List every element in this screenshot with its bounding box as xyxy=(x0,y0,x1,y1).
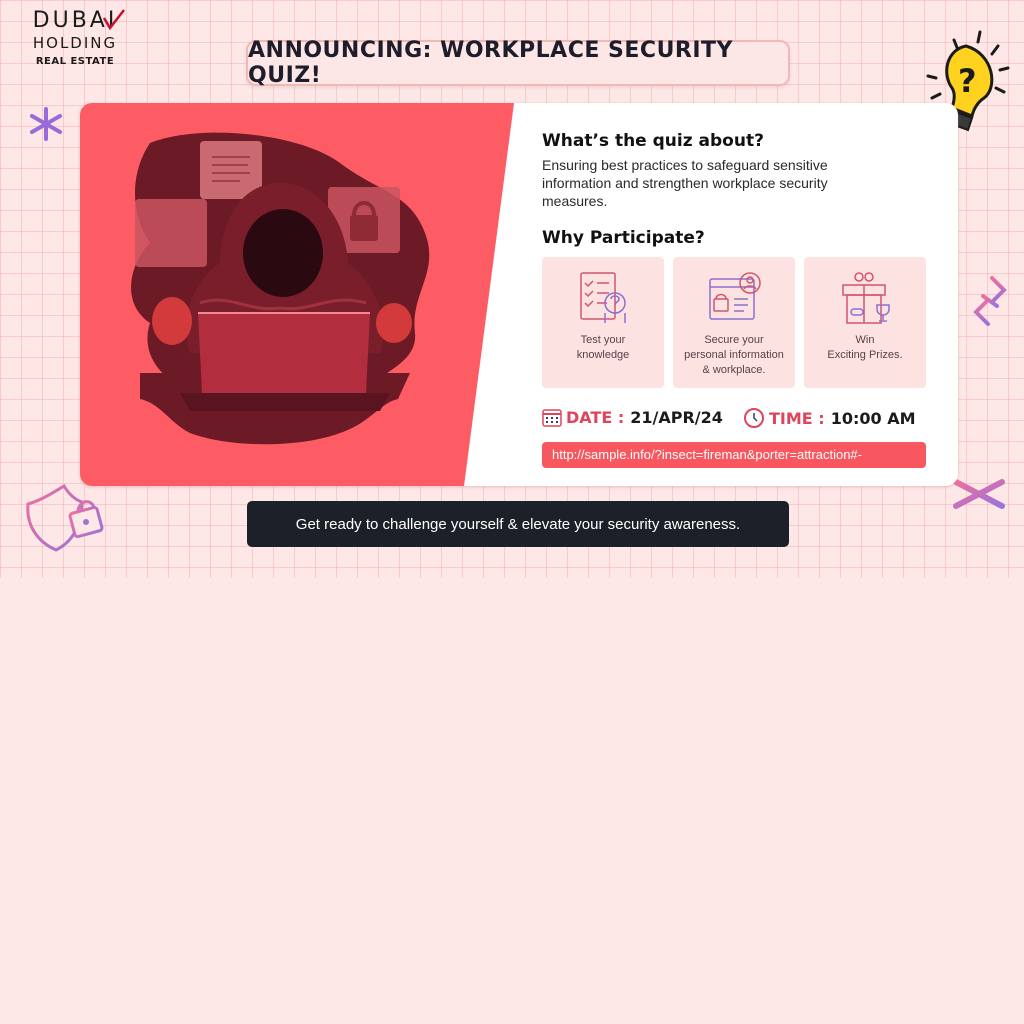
secure-profile-icon xyxy=(709,272,761,320)
benefit-1-line-1: Test your xyxy=(580,334,626,346)
benefit-3-line-2: Exciting Prizes. xyxy=(827,349,903,361)
prize-gift-icon xyxy=(842,272,890,324)
benefit-card-prizes: Win Exciting Prizes. xyxy=(804,257,926,388)
clock-icon xyxy=(744,408,764,428)
benefit-3-line-1: Win xyxy=(855,334,875,346)
about-line-3: measures. xyxy=(542,193,608,209)
quiz-link[interactable]: http://sample.info/?insect=fireman&porte… xyxy=(542,442,926,468)
quiz-checklist-icon xyxy=(580,272,626,323)
date-row: DATE : 21/APR/24 xyxy=(542,407,723,427)
logo-checkmark-icon xyxy=(102,9,125,30)
calendar-icon xyxy=(542,409,562,427)
time-row: TIME : 10:00 AM xyxy=(743,407,916,429)
shield-lock-icon xyxy=(26,483,104,552)
date-label: DATE : xyxy=(566,407,625,427)
logo-line-3: REAL ESTATE xyxy=(35,56,115,67)
time-label: TIME : xyxy=(769,408,825,428)
link-chain-icon xyxy=(973,276,1007,326)
benefit-1-line-2: knowledge xyxy=(576,349,630,361)
benefit-2-line-3: & workplace. xyxy=(702,364,766,376)
quiz-info-card: What’s the quiz about? Ensuring best pra… xyxy=(80,103,958,486)
hacker-illustration xyxy=(80,103,514,486)
company-logo: DUBAI HOLDING REAL ESTATE xyxy=(20,8,130,67)
footer-banner: Get ready to challenge yourself & elevat… xyxy=(247,501,789,547)
about-line-1: Ensuring best practices to safeguard sen… xyxy=(542,157,828,173)
participate-heading: Why Participate? xyxy=(542,228,705,248)
logo-line-2: HOLDING xyxy=(32,34,118,52)
svg-text:?: ? xyxy=(958,62,977,100)
date-value: 21/APR/24 xyxy=(630,407,723,427)
about-description: Ensuring best practices to safeguard sen… xyxy=(542,156,902,210)
benefit-2-line-2: personal information xyxy=(684,349,784,361)
sparkle-icon xyxy=(30,107,62,141)
benefit-card-knowledge: Test your knowledge xyxy=(542,257,664,388)
about-line-2: information and strengthen workplace sec… xyxy=(542,175,828,191)
sparkle-icon-right xyxy=(953,469,1005,519)
benefit-card-secure: Secure your personal information & workp… xyxy=(673,257,795,388)
time-value: 10:00 AM xyxy=(830,408,916,428)
announcement-title: ANNOUNCING: WORKPLACE SECURITY QUIZ! xyxy=(246,38,790,88)
about-heading: What’s the quiz about? xyxy=(542,131,764,151)
benefit-2-line-1: Secure your xyxy=(704,334,764,346)
